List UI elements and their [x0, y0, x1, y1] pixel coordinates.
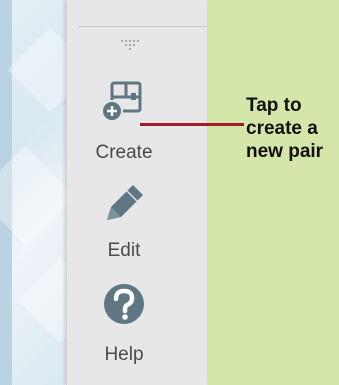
callout-leader-line: [140, 123, 244, 126]
tool-panel: Create Edit Help: [66, 0, 207, 385]
edit-button[interactable]: Edit: [81, 180, 167, 262]
app-background: [0, 0, 72, 385]
question-mark-icon: [104, 284, 144, 324]
background-facet: [0, 145, 72, 245]
pencil-icon: [107, 185, 143, 220]
background-facet: [7, 27, 72, 113]
callout-line-2: create a: [246, 118, 318, 139]
help-label: Help: [104, 344, 144, 365]
background-facet: [17, 257, 72, 343]
create-label: Create: [95, 142, 153, 163]
callout-line-3: new pair: [246, 141, 324, 162]
callout-line-1: Tap to: [246, 95, 302, 116]
drag-handle-icon[interactable]: [121, 40, 143, 50]
edit-label: Edit: [107, 240, 141, 261]
panel-divider: [79, 26, 207, 27]
callout-text: Tap to create a new pair: [246, 94, 338, 163]
help-button[interactable]: Help: [81, 282, 167, 366]
